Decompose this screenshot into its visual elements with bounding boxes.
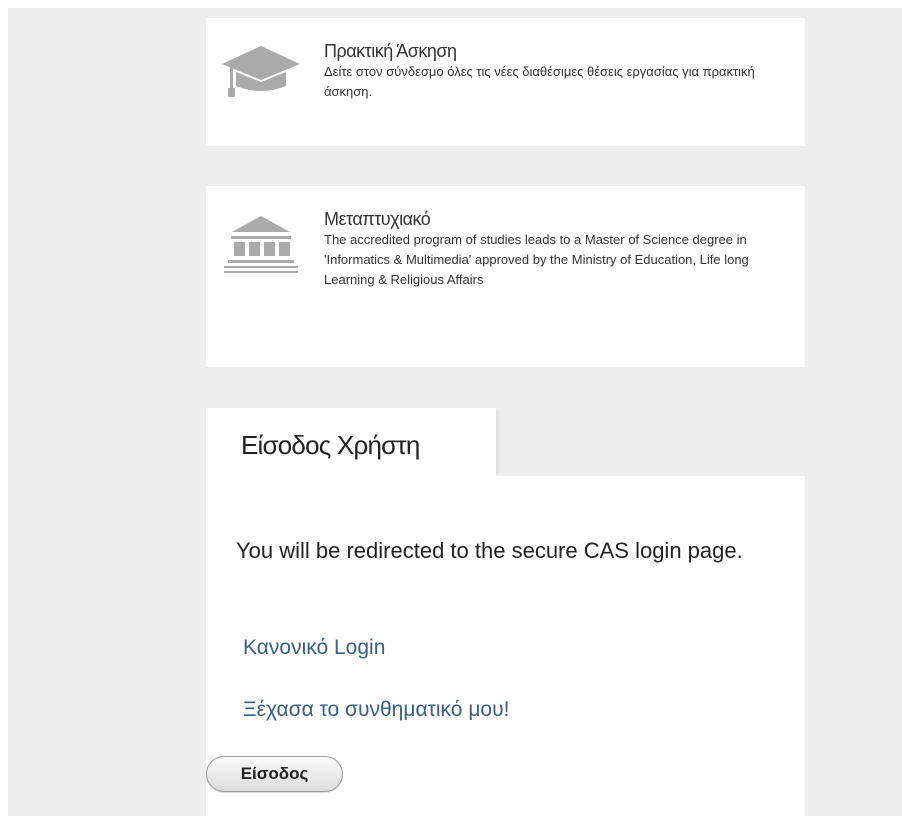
forgot-password-link[interactable]: Ξέχασα το συνθηματικό μου! bbox=[243, 698, 509, 722]
redirect-message: You will be redirected to the secure CAS… bbox=[236, 538, 743, 563]
card-title[interactable]: Πρακτική Άσκηση bbox=[324, 40, 787, 62]
login-submit-button[interactable]: Είσοδος bbox=[206, 756, 343, 792]
login-panel: You will be redirected to the secure CAS… bbox=[206, 476, 805, 816]
internship-card[interactable]: Πρακτική Άσκηση Δείτε στον σύνδεσμο όλες… bbox=[206, 18, 805, 146]
postgraduate-card[interactable]: Μεταπτυχιακό The accredited program of s… bbox=[206, 186, 805, 367]
card-title[interactable]: Μεταπτυχιακό bbox=[324, 208, 787, 230]
tab-user-login[interactable]: Είσοδος Χρήστη bbox=[206, 408, 496, 476]
card-description: Δείτε στον σύνδεσμο όλες τις νέες διαθέσ… bbox=[324, 64, 755, 99]
card-description: The accredited program of studies leads … bbox=[324, 232, 749, 287]
graduation-cap-icon bbox=[220, 38, 302, 104]
tab-label: Είσοδος Χρήστη bbox=[241, 430, 420, 460]
institution-building-icon bbox=[220, 210, 302, 276]
normal-login-link[interactable]: Κανονικό Login bbox=[243, 636, 385, 660]
